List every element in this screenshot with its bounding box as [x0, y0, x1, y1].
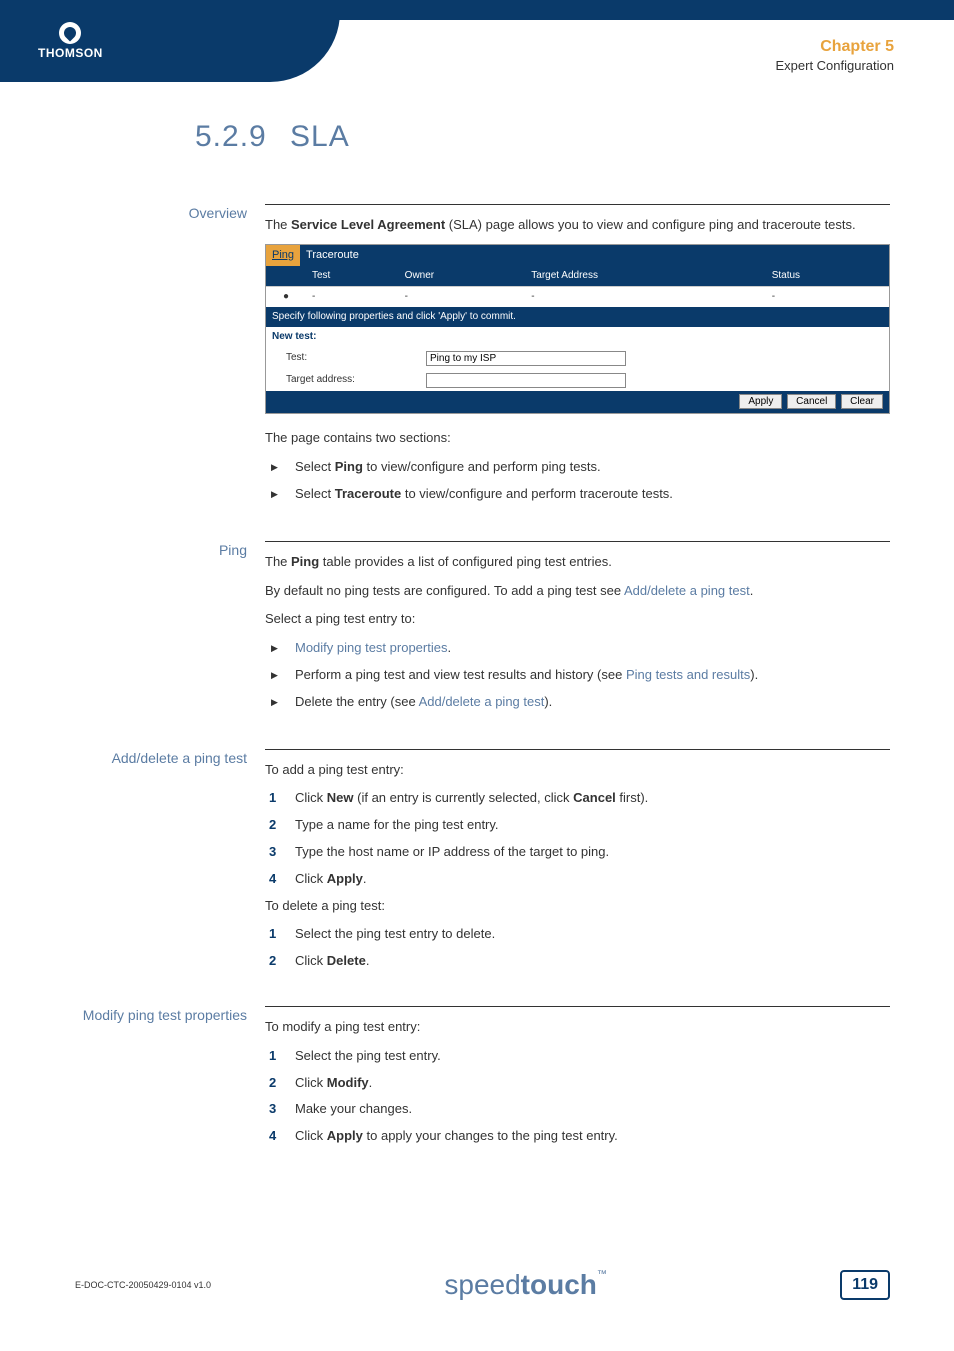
link-add-delete[interactable]: Add/delete a ping test	[624, 583, 750, 598]
logo: THOMSON	[38, 22, 103, 60]
ping-p1: The Ping table provides a list of config…	[265, 552, 890, 573]
instruction-bar: Specify following properties and click '…	[266, 307, 889, 327]
form-row-target: Target address:	[266, 369, 889, 391]
ping-body: The Ping table provides a list of config…	[265, 541, 890, 721]
brand: speedtouch™	[444, 1269, 607, 1301]
list-item: 4Click Apply to apply your changes to th…	[265, 1126, 890, 1147]
list-item: Modify ping test properties.	[265, 638, 890, 659]
side-label-adddelete: Add/delete a ping test	[75, 749, 265, 978]
cell-owner: -	[399, 287, 526, 308]
table-row[interactable]: ● - - - -	[266, 287, 889, 308]
cell-status: -	[766, 287, 889, 308]
button-row: Apply Cancel Clear	[266, 391, 889, 413]
section-number: 5.2.9	[195, 120, 290, 154]
ping-bullets: Modify ping test properties. Perform a p…	[265, 638, 890, 712]
list-item: 3Type the host name or IP address of the…	[265, 842, 890, 863]
list-item: 1Select the ping test entry.	[265, 1046, 890, 1067]
adddelete-body: To add a ping test entry: 1Click New (if…	[265, 749, 890, 978]
target-input[interactable]	[426, 373, 626, 388]
modify-intro: To modify a ping test entry:	[265, 1017, 890, 1038]
page-title: 5.2.9SLA	[195, 120, 890, 154]
brand-bold: touch	[521, 1269, 597, 1300]
section-name: SLA	[290, 120, 350, 153]
list-item: 2Type a name for the ping test entry.	[265, 815, 890, 836]
row-radio[interactable]: ●	[266, 287, 306, 308]
list-item: Select Traceroute to view/configure and …	[265, 484, 890, 505]
cell-target: -	[525, 287, 765, 308]
brand-light: speed	[444, 1269, 520, 1300]
section-adddelete: Add/delete a ping test To add a ping tes…	[75, 749, 890, 978]
overview-after: The page contains two sections:	[265, 428, 890, 449]
page-number: 119	[840, 1270, 890, 1300]
del-intro: To delete a ping test:	[265, 896, 890, 917]
tab-traceroute[interactable]: Traceroute	[300, 245, 365, 267]
footer: E-DOC-CTC-20050429-0104 v1.0 speedtouch™…	[75, 1269, 890, 1301]
tab-ping[interactable]: Ping	[266, 245, 300, 267]
content: 5.2.9SLA Overview The Service Level Agre…	[75, 120, 890, 1181]
logo-icon	[59, 22, 81, 44]
list-item: Perform a ping test and view test result…	[265, 665, 890, 686]
new-test-label: New test:	[266, 327, 889, 347]
logo-text: THOMSON	[38, 46, 103, 60]
ping-p3: Select a ping test entry to:	[265, 609, 890, 630]
clear-button[interactable]: Clear	[841, 394, 883, 409]
section-ping: Ping The Ping table provides a list of c…	[75, 541, 890, 721]
ping-table: Test Owner Target Address Status ● - - -…	[266, 266, 889, 307]
overview-intro: The Service Level Agreement (SLA) page a…	[265, 215, 890, 236]
cancel-button[interactable]: Cancel	[787, 394, 836, 409]
link-modify[interactable]: Modify ping test properties	[295, 640, 447, 655]
doc-id: E-DOC-CTC-20050429-0104 v1.0	[75, 1280, 211, 1290]
sla-screenshot: Ping Traceroute Test Owner Target Addres…	[265, 244, 890, 415]
tabs: Ping Traceroute	[266, 245, 889, 267]
link-results[interactable]: Ping tests and results	[626, 667, 750, 682]
chapter-block: Chapter 5 Expert Configuration	[775, 38, 894, 73]
chapter-title: Chapter 5	[775, 38, 894, 56]
apply-button[interactable]: Apply	[739, 394, 782, 409]
list-item: Delete the entry (see Add/delete a ping …	[265, 692, 890, 713]
add-steps: 1Click New (if an entry is currently sel…	[265, 788, 890, 889]
test-input[interactable]	[426, 351, 626, 366]
list-item: 3Make your changes.	[265, 1099, 890, 1120]
overview-bullets: Select Ping to view/configure and perfor…	[265, 457, 890, 505]
side-label-ping: Ping	[75, 541, 265, 721]
th-test: Test	[306, 266, 399, 287]
label-target: Target address:	[286, 372, 426, 388]
section-modify: Modify ping test properties To modify a …	[75, 1006, 890, 1153]
side-label-modify: Modify ping test properties	[75, 1006, 265, 1153]
modify-body: To modify a ping test entry: 1Select the…	[265, 1006, 890, 1153]
del-steps: 1Select the ping test entry to delete. 2…	[265, 924, 890, 972]
list-item: 2Click Modify.	[265, 1073, 890, 1094]
list-item: 1Click New (if an entry is currently sel…	[265, 788, 890, 809]
label-test: Test:	[286, 350, 426, 366]
list-item: 4Click Apply.	[265, 869, 890, 890]
side-label-overview: Overview	[75, 204, 265, 513]
ping-p2: By default no ping tests are configured.…	[265, 581, 890, 602]
chapter-subtitle: Expert Configuration	[775, 58, 894, 73]
form-row-test: Test:	[266, 347, 889, 369]
th-owner: Owner	[399, 266, 526, 287]
overview-body: The Service Level Agreement (SLA) page a…	[265, 204, 890, 513]
list-item: 1Select the ping test entry to delete.	[265, 924, 890, 945]
th-blank	[266, 266, 306, 287]
th-target: Target Address	[525, 266, 765, 287]
th-status: Status	[766, 266, 889, 287]
cell-test: -	[306, 287, 399, 308]
list-item: 2Click Delete.	[265, 951, 890, 972]
brand-tm: ™	[597, 1269, 607, 1280]
modify-steps: 1Select the ping test entry. 2Click Modi…	[265, 1046, 890, 1147]
list-item: Select Ping to view/configure and perfor…	[265, 457, 890, 478]
add-intro: To add a ping test entry:	[265, 760, 890, 781]
section-overview: Overview The Service Level Agreement (SL…	[75, 204, 890, 513]
link-add-delete-2[interactable]: Add/delete a ping test	[419, 694, 545, 709]
